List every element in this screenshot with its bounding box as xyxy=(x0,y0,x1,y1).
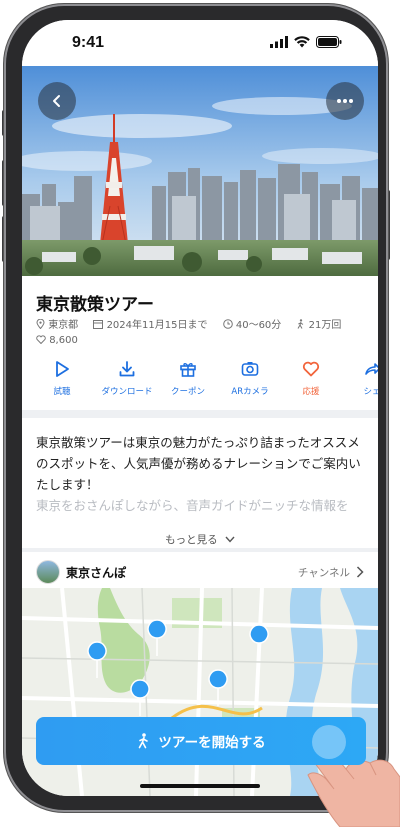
download-icon xyxy=(119,361,135,377)
tour-meta: 東京都 2024年11月15日まで 40〜60分 21万回 8,600 xyxy=(36,316,353,346)
duration-text: 40〜60分 xyxy=(235,320,282,331)
preview-button[interactable]: 試聴 xyxy=(27,360,97,397)
walks-meta: 21万回 xyxy=(296,319,347,331)
start-tour-button[interactable]: ツアーを開始する xyxy=(36,717,366,765)
heart-outline-icon xyxy=(36,335,46,345)
wifi-icon xyxy=(294,36,310,48)
support-button[interactable]: 応援 xyxy=(276,360,346,397)
tour-title: 東京散策ツアー xyxy=(36,295,154,315)
channel-link[interactable]: チャンネル xyxy=(298,565,350,580)
likes-meta: 8,600 xyxy=(36,335,353,346)
tap-ripple xyxy=(312,725,346,759)
channel-name: 東京さんぽ xyxy=(66,566,127,580)
calendar-icon xyxy=(93,320,104,329)
walks-text: 21万回 xyxy=(308,320,342,331)
chevron-right-icon xyxy=(356,566,364,578)
location-text: 東京都 xyxy=(48,320,79,331)
tour-description: 東京散策ツアーは東京の魅力がたっぷり詰まったオススメのスポットを、人気声優が務め… xyxy=(36,432,366,516)
signal-icon xyxy=(270,36,288,48)
clock-icon xyxy=(222,319,233,329)
chevron-left-icon xyxy=(53,95,60,107)
status-bar: 9:41 xyxy=(22,20,378,66)
download-label: ダウンロード xyxy=(101,387,153,397)
walking-icon xyxy=(139,733,149,749)
coupon-label: クーポン xyxy=(170,387,205,397)
channel-row[interactable]: 東京さんぽ チャンネル xyxy=(22,552,378,592)
gift-icon xyxy=(180,363,196,377)
back-button[interactable] xyxy=(38,82,76,120)
home-indicator xyxy=(140,784,260,788)
chevron-down-icon xyxy=(225,536,235,543)
download-button[interactable]: ダウンロード xyxy=(92,360,162,397)
duration-meta: 40〜60分 xyxy=(222,319,291,331)
support-label: 応援 xyxy=(302,387,320,397)
description-text: 東京散策ツアーは東京の魅力がたっぷり詰まったオススメのスポットを、人気声優が務め… xyxy=(36,435,361,492)
battery-icon xyxy=(316,36,342,48)
description-faded-text: 東京をおさんぽしながら、音声ガイドがニッチな情報を xyxy=(36,498,349,513)
action-row: 試聴 ダウンロード クーポン ARカメラ 応援 シェ xyxy=(22,360,378,400)
location-pin-icon xyxy=(36,318,45,330)
play-icon xyxy=(56,361,69,377)
section-divider xyxy=(22,410,378,418)
app-screen: 9:41 東京散策ツアー 東京都 2024年11月15日まで 40〜60分 21… xyxy=(22,20,378,796)
more-horizontal-icon xyxy=(337,99,353,103)
camera-icon xyxy=(241,362,259,376)
location-meta: 東京都 xyxy=(36,318,87,331)
start-tour-label: ツアーを開始する xyxy=(158,735,266,751)
status-icons xyxy=(270,36,342,48)
show-more-label: もっと見る xyxy=(165,534,218,546)
ar-camera-button[interactable]: ARカメラ xyxy=(215,360,285,397)
avatar xyxy=(36,560,60,584)
heart-icon xyxy=(302,361,320,377)
date-text: 2024年11月15日まで xyxy=(106,320,208,331)
more-options-button[interactable] xyxy=(326,82,364,120)
ar-camera-label: ARカメラ xyxy=(231,387,269,397)
status-time: 9:41 xyxy=(72,34,105,51)
share-label: シェ xyxy=(363,387,378,397)
coupon-button[interactable]: クーポン xyxy=(153,360,223,397)
share-icon xyxy=(365,363,378,375)
likes-text: 8,600 xyxy=(49,335,78,346)
show-more-button[interactable]: もっと見る xyxy=(22,532,378,547)
date-meta: 2024年11月15日まで xyxy=(93,320,216,331)
walking-icon xyxy=(298,319,304,329)
preview-label: 試聴 xyxy=(53,387,71,397)
hero-image xyxy=(22,66,378,276)
share-button[interactable]: シェ xyxy=(337,360,378,397)
